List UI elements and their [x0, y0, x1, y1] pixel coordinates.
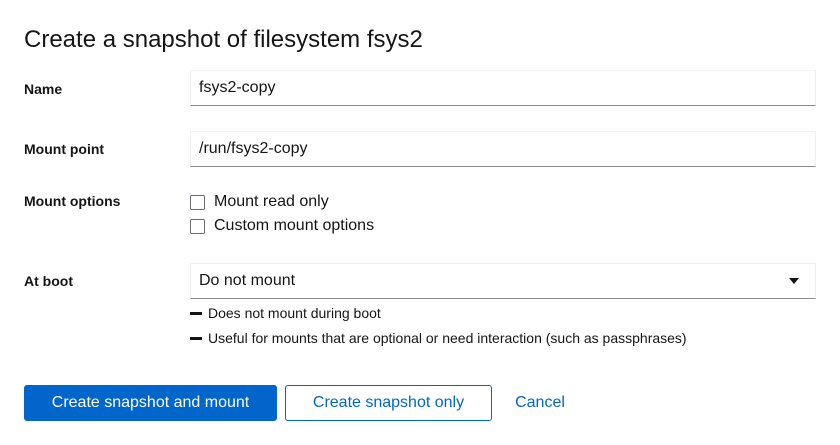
create-snapshot-only-button[interactable]: Create snapshot only	[285, 385, 492, 421]
at-boot-helper-2: Useful for mounts that are optional or n…	[190, 328, 687, 348]
create-snapshot-and-mount-button[interactable]: Create snapshot and mount	[24, 385, 277, 421]
mount-read-only-label: Mount read only	[214, 193, 329, 210]
name-input[interactable]	[190, 70, 816, 106]
dialog-title: Create a snapshot of filesystem fsys2	[24, 26, 423, 53]
snapshot-dialog: Create a snapshot of filesystem fsys2 Na…	[0, 0, 840, 445]
name-label: Name	[24, 81, 63, 97]
cancel-button[interactable]: Cancel	[500, 385, 580, 421]
at-boot-helper-1: Does not mount during boot	[190, 303, 381, 323]
at-boot-helper-text-1: Does not mount during boot	[208, 305, 381, 321]
custom-mount-options-option[interactable]: Custom mount options	[190, 215, 374, 237]
mount-point-input[interactable]	[190, 131, 816, 167]
at-boot-selected-value: Do not mount	[199, 272, 296, 289]
mount-point-label: Mount point	[24, 141, 105, 157]
at-boot-select[interactable]: Do not mount	[190, 263, 816, 299]
dash-icon	[190, 336, 202, 340]
caret-down-icon	[789, 278, 799, 284]
mount-read-only-checkbox[interactable]	[190, 194, 205, 210]
custom-mount-options-checkbox[interactable]	[190, 218, 205, 234]
custom-mount-options-label: Custom mount options	[214, 217, 375, 234]
at-boot-helper-text-2: Useful for mounts that are optional or n…	[208, 330, 687, 346]
dash-icon	[190, 311, 202, 315]
mount-read-only-option[interactable]: Mount read only	[190, 191, 329, 213]
at-boot-label: At boot	[24, 273, 73, 289]
mount-options-label: Mount options	[24, 193, 121, 209]
